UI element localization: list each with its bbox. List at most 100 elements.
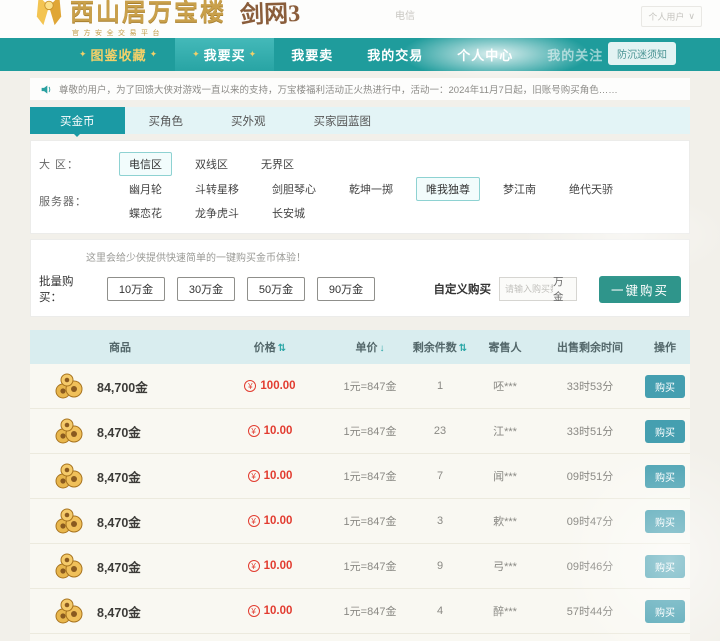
server-option[interactable]: 长安城 <box>262 201 315 225</box>
district-option[interactable]: 电信区 <box>119 152 172 176</box>
sort-icon[interactable]: ↓ <box>380 343 385 354</box>
table-header-cell: 价格 ⇅ <box>210 339 330 355</box>
column-title: 操作 <box>654 342 676 354</box>
region-indicator: 电信 <box>395 11 415 22</box>
gold-amount: 8,470金 <box>97 560 141 575</box>
batch-amount-button[interactable]: 10万金 <box>107 277 165 301</box>
category-tab[interactable]: 买角色 <box>125 107 208 134</box>
site-title: 西山居万宝楼 <box>70 0 226 26</box>
column-title: 寄售人 <box>488 342 522 354</box>
buy-button[interactable]: 购买 <box>645 419 685 443</box>
category-tab[interactable]: 买金币 <box>30 107 125 137</box>
one-key-buy-button[interactable]: 一键购买 <box>599 275 681 303</box>
price-cell: ¥ 10.00 <box>210 515 330 527</box>
server-option[interactable]: 斗转星移 <box>185 177 249 201</box>
remaining-qty-cell: 4 <box>436 605 444 617</box>
announcement-text: 尊敬的用户，为了回馈大侠对游戏一直以来的支持，万宝楼福利活动正火热进行中，活动一… <box>59 85 618 96</box>
diamond-ornament-icon: ✦ <box>79 49 88 59</box>
table-header-cell: 单价 ↓ <box>330 339 410 355</box>
district-option[interactable]: 无界区 <box>251 152 304 176</box>
logo: 西山居万宝楼 官方安全交易平台 剑网3 <box>34 0 301 38</box>
category-tab[interactable]: 买家园蓝图 <box>290 107 396 134</box>
quick-buy-panel: 这里会给少侠提供快速简单的一键购买金币体验！ 批量购买： 10万金 30万金 5… <box>30 239 690 317</box>
buy-button[interactable]: 购买 <box>645 554 685 578</box>
sort-icon[interactable]: ⇅ <box>278 343 286 354</box>
tab-label: 买家园蓝图 <box>313 115 372 128</box>
server-options: 幽月轮 斗转星移 剑胆琴心 乾坤一掷 唯我独尊 梦江南 绝代天骄 蝶恋花 龙争虎… <box>119 177 681 225</box>
gold-listing-table: 商品 价格 ⇅ 单价 ↓ 剩余件数 ⇅ 寄售人 出售剩余时间 操作 84,700… <box>30 330 690 641</box>
site-subtitle: 官方安全交易平台 <box>72 30 164 37</box>
diamond-ornament-icon: ✦ <box>248 49 258 59</box>
table-header-cell: 操作 <box>640 339 690 355</box>
server-option[interactable]: 剑胆琴心 <box>262 177 326 201</box>
unit-price-cell: 1元=847金 <box>343 426 397 438</box>
custom-amount-input[interactable] <box>505 284 553 294</box>
tab-label: 买角色 <box>148 115 184 128</box>
column-title: 商品 <box>109 342 131 354</box>
batch-amount-button[interactable]: 50万金 <box>247 277 305 301</box>
action-cell: 购买 <box>640 554 690 578</box>
table-header-cell: 商品 <box>30 339 210 355</box>
unit-price-cell: 1元=847金 <box>343 516 397 528</box>
buy-button[interactable]: 购买 <box>645 509 685 533</box>
server-option[interactable]: 绝代天骄 <box>559 177 623 201</box>
price-cell: ¥ 10.00 <box>210 425 330 437</box>
buy-button[interactable]: 购买 <box>645 464 685 488</box>
nav-item[interactable]: ✦ 图鉴收藏 ✦ <box>62 38 175 71</box>
table-row: 8,470金 ¥ 10.00 1元=847金 3 欶*** 09时47分 购买 <box>30 499 690 544</box>
tab-label: 买外观 <box>231 115 266 128</box>
nav-item[interactable]: ✦ 我的关注 ✦ <box>530 38 620 71</box>
table-header-cell: 剩余件数 ⇅ <box>410 339 470 355</box>
remaining-qty-cell: 7 <box>436 470 444 482</box>
buy-button[interactable]: 购买 <box>645 599 685 623</box>
district-options: 电信区 双线区 无界区 <box>119 152 317 176</box>
district-option[interactable]: 双线区 <box>185 152 238 176</box>
gold-coins-icon <box>55 373 83 399</box>
server-option[interactable]: 幽月轮 <box>119 177 172 201</box>
unit-price-cell: 1元=847金 <box>343 381 397 393</box>
seller-cell: 闻*** <box>493 471 517 483</box>
batch-amount-button[interactable]: 90万金 <box>317 277 375 301</box>
nav-item[interactable]: ✦ 我要卖 ✦ <box>274 38 350 71</box>
unit-price-cell: 1元=847金 <box>343 471 397 483</box>
nav-item[interactable]: ✦ 个人中心 ✦ <box>440 38 530 71</box>
custom-amount-field: 万金 <box>499 276 577 303</box>
product-cell: 84,700金 <box>30 373 210 399</box>
chevron-down-icon: ∨ <box>688 11 695 21</box>
server-option[interactable]: 龙争虎斗 <box>185 201 249 225</box>
category-tab[interactable]: 买外观 <box>207 107 290 134</box>
top-header: 西山居万宝楼 官方安全交易平台 剑网3 电信 个人用户 ∨ <box>0 0 720 38</box>
server-option[interactable]: 梦江南 <box>493 177 546 201</box>
server-option[interactable]: 唯我独尊 <box>416 177 480 201</box>
price-cell: ¥ 10.00 <box>210 470 330 482</box>
unit-price-cell: 1元=847金 <box>343 606 397 618</box>
unit-price-cell: 1元=847金 <box>343 561 397 573</box>
action-cell: 购买 <box>640 464 690 488</box>
sort-icon[interactable]: ⇅ <box>459 343 467 354</box>
time-remaining-cell: 09时47分 <box>566 516 614 528</box>
nav-item-label: 我要卖 <box>291 48 334 63</box>
server-option[interactable]: 蝶恋花 <box>119 201 172 225</box>
time-remaining-cell: 33时53分 <box>566 381 614 393</box>
nav-item[interactable]: ✦ 我的交易 ✦ <box>350 38 440 71</box>
seller-cell: 醉*** <box>493 606 517 618</box>
table-row: 8,470金 ¥ 10.00 1元=847金 5 燕*** 09时43分 购买 <box>30 634 690 641</box>
gold-emblem-icon <box>36 0 62 26</box>
batch-amount-button[interactable]: 30万金 <box>177 277 235 301</box>
tab-label: 买金币 <box>60 115 95 128</box>
buy-button[interactable]: 购买 <box>645 374 685 398</box>
anti-addiction-notice-button[interactable]: 防沉迷须知 <box>608 42 676 65</box>
seller-cell: 江*** <box>493 426 517 438</box>
price-cell: ¥ 10.00 <box>210 605 330 617</box>
column-title: 剩余件数 <box>412 342 457 354</box>
product-cell: 8,470金 <box>30 553 210 579</box>
server-option[interactable]: 乾坤一掷 <box>339 177 403 201</box>
nav-item[interactable]: ✦ 我要买 ✦ <box>175 38 275 71</box>
user-menu[interactable]: 个人用户 ∨ <box>641 6 702 27</box>
table-row: 8,470金 ¥ 10.00 1元=847金 4 醉*** 57时44分 购买 <box>30 589 690 634</box>
action-cell: 购买 <box>640 374 690 398</box>
speaker-icon <box>41 84 51 94</box>
price-value: 10.00 <box>263 560 293 572</box>
gold-coins-icon <box>55 418 83 444</box>
time-remaining-cell: 57时44分 <box>566 606 614 618</box>
